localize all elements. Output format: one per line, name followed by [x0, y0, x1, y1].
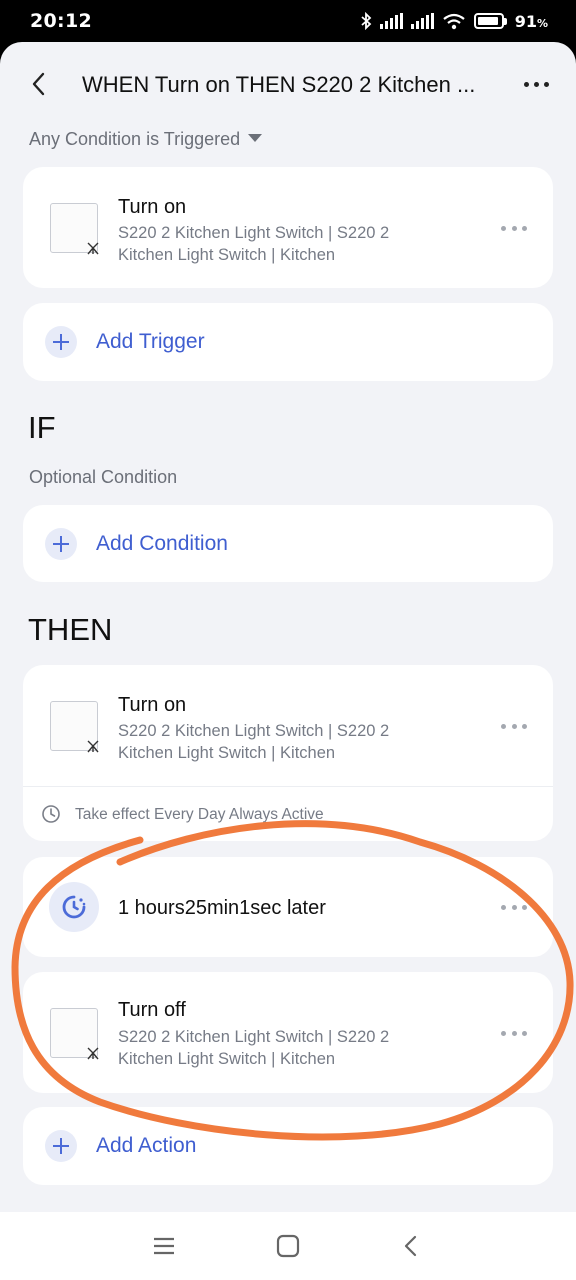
plus-icon — [45, 528, 77, 560]
battery-percent: 91% — [514, 11, 548, 31]
clock-icon — [42, 805, 60, 823]
battery-fill — [477, 17, 498, 25]
action-card[interactable]: Turn off S220 2 Kitchen Light Switch | S… — [23, 972, 553, 1093]
system-nav-bar — [0, 1212, 576, 1280]
match-mode-label: Any Condition is Triggered — [29, 129, 241, 149]
then-heading: THEN — [28, 612, 113, 647]
add-trigger-label: Add Trigger — [96, 330, 205, 353]
add-trigger-button[interactable]: Add Trigger — [23, 303, 553, 381]
action-more-icon[interactable] — [501, 721, 527, 731]
top-app-bar: WHEN Turn on THEN S220 2 Kitchen ... — [0, 42, 576, 126]
caret-down-icon — [248, 134, 263, 142]
status-time: 20:12 — [30, 10, 92, 32]
plus-icon — [45, 326, 77, 358]
wifi-icon — [443, 13, 465, 30]
effective-period-text: Take effect Every Day Always Active — [75, 806, 324, 823]
light-switch-device-icon — [50, 1008, 99, 1060]
action-more-icon[interactable] — [501, 1028, 527, 1038]
menu-icon[interactable] — [150, 1232, 178, 1260]
trigger-card[interactable]: Turn on S220 2 Kitchen Light Switch | S2… — [23, 167, 553, 288]
add-condition-button[interactable]: Add Condition — [23, 505, 553, 582]
status-bar: 20:12 91% — [0, 0, 576, 42]
bluetooth-icon — [361, 12, 372, 30]
action-subtitle: S220 2 Kitchen Light Switch | S220 2 Kit… — [118, 722, 390, 762]
action-card[interactable]: Turn on S220 2 Kitchen Light Switch | S2… — [23, 665, 553, 841]
optional-condition-hint: Optional Condition — [29, 467, 178, 487]
more-dots-icon[interactable] — [518, 70, 554, 98]
signal-icon — [379, 13, 403, 29]
scene-editor-screen: WHEN Turn on THEN S220 2 Kitchen ... Any… — [0, 42, 576, 1212]
light-switch-device-icon — [50, 203, 99, 255]
trigger-subtitle: S220 2 Kitchen Light Switch | S220 2 Kit… — [118, 224, 390, 264]
delay-timer-icon — [49, 882, 99, 932]
trigger-title: Turn on — [118, 196, 187, 218]
delay-more-icon[interactable] — [501, 902, 527, 912]
delay-card[interactable]: 1 hours25min1sec later — [23, 857, 553, 957]
trigger-more-icon[interactable] — [501, 223, 527, 233]
match-mode-dropdown[interactable]: Any Condition is Triggered — [29, 129, 263, 150]
action-subtitle: S220 2 Kitchen Light Switch | S220 2 Kit… — [118, 1028, 390, 1068]
divider — [23, 786, 553, 787]
signal-icon — [410, 13, 434, 29]
if-heading: IF — [28, 410, 56, 445]
add-condition-label: Add Condition — [96, 532, 228, 555]
battery-icon — [473, 13, 507, 29]
back-icon[interactable] — [397, 1232, 425, 1260]
status-icons: 91% — [360, 12, 548, 31]
add-action-button[interactable]: Add Action — [23, 1107, 553, 1185]
light-switch-device-icon — [50, 701, 99, 753]
plus-icon — [45, 1130, 77, 1162]
home-square-icon[interactable] — [274, 1232, 302, 1260]
action-title: Turn on — [118, 694, 187, 716]
page-title: WHEN Turn on THEN S220 2 Kitchen ... — [82, 72, 476, 97]
add-action-label: Add Action — [96, 1134, 197, 1157]
delay-title: 1 hours25min1sec later — [118, 897, 326, 919]
back-chevron-icon[interactable] — [22, 66, 58, 102]
action-title: Turn off — [118, 999, 186, 1021]
